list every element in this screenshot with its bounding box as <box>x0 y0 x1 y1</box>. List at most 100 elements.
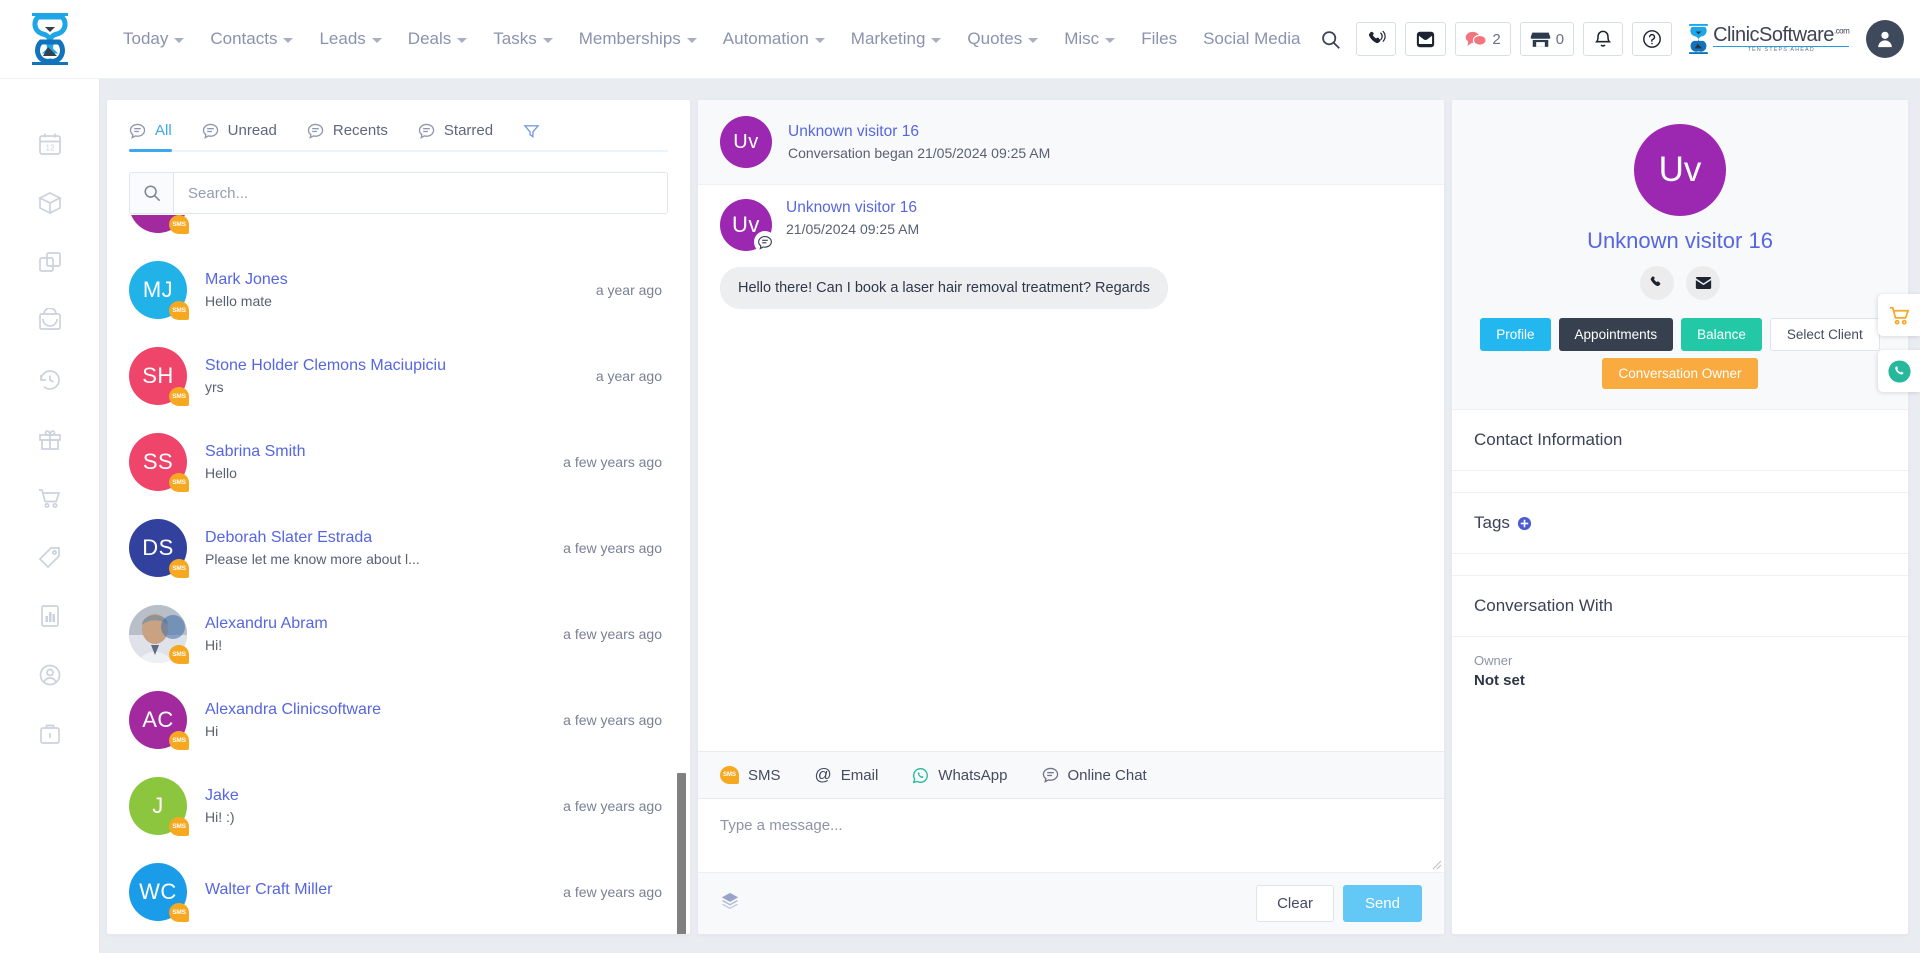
list-item[interactable]: SMS <box>129 215 676 247</box>
list-item[interactable]: J SMS Jake Hi! :) a few years ago <box>129 763 676 849</box>
nav-item-deals[interactable]: Deals <box>395 21 480 57</box>
nav-item-contacts[interactable]: Contacts <box>197 21 306 57</box>
nav-item-today[interactable]: Today <box>110 21 197 57</box>
tab-label: Starred <box>443 122 494 139</box>
hourglass-brand-icon <box>1689 24 1708 54</box>
list-item[interactable]: DS SMS Deborah Slater Estrada Please let… <box>129 505 676 591</box>
header-actions: 2 0 ClinicSoftware.com TEN STEPS AHEAD <box>1313 20 1920 58</box>
sidebar-item-security[interactable] <box>33 717 67 751</box>
nav-label: Tasks <box>493 29 537 48</box>
conversation-owner-button[interactable]: Conversation Owner <box>1602 358 1758 389</box>
add-tag-icon[interactable] <box>1517 516 1532 531</box>
avatar: AC SMS <box>129 691 189 750</box>
message-snippet: Please let me know more about l... <box>205 551 420 567</box>
price-tag-icon <box>38 547 60 569</box>
select-client-button[interactable]: Select Client <box>1769 318 1880 351</box>
sidebar-item-promotions[interactable] <box>33 540 67 574</box>
search-icon <box>130 173 174 213</box>
chat-bubble-icon <box>202 123 218 139</box>
help-button[interactable] <box>1632 22 1673 56</box>
inbox-button[interactable] <box>1405 22 1447 56</box>
nav-item-automation[interactable]: Automation <box>710 21 838 57</box>
message-snippet: Hi! :) <box>205 809 235 825</box>
phone-ringing-button[interactable] <box>1356 22 1397 56</box>
report-chart-icon <box>40 605 59 627</box>
notifications-button[interactable] <box>1583 22 1624 56</box>
nav-item-files[interactable]: Files <box>1128 21 1190 57</box>
sidebar-item-calendar[interactable]: 12 <box>33 127 67 161</box>
store-icon <box>1530 32 1551 47</box>
list-item[interactable]: AC SMS Alexandra Clinicsoftware Hi a few… <box>129 677 676 763</box>
sidebar-item-pages[interactable] <box>33 245 67 279</box>
cart-float-button[interactable] <box>1878 294 1920 336</box>
list-item-text: Deborah Slater Estrada Please let me kno… <box>187 529 563 567</box>
channel-whatsapp[interactable]: WhatsApp <box>912 766 1008 784</box>
phone-button[interactable] <box>1640 266 1674 300</box>
avatar: WC SMS <box>129 863 189 922</box>
user-avatar[interactable] <box>1866 20 1905 58</box>
sidebar-item-history[interactable] <box>33 363 67 397</box>
balance-button[interactable]: Balance <box>1681 318 1762 351</box>
message-area: Uv Unknown visitor 16 21/05/2024 09:25 A… <box>698 185 1444 751</box>
send-button[interactable]: Send <box>1342 885 1422 922</box>
sidebar-item-shop[interactable] <box>33 304 67 338</box>
conversation-scroll-area[interactable]: SMS MJ SMS Mark Jones Hello mate a year … <box>107 215 690 934</box>
channel-label: WhatsApp <box>938 766 1008 784</box>
history-clock-icon <box>39 370 60 390</box>
channel-online-chat[interactable]: Online Chat <box>1042 767 1147 784</box>
sidebar-item-reports[interactable] <box>33 599 67 633</box>
contact-name: Deborah Slater Estrada <box>205 529 373 546</box>
nav-item-misc[interactable]: Misc <box>1051 21 1128 57</box>
tab-recents[interactable]: Recents <box>307 122 388 152</box>
resize-handle[interactable] <box>1430 858 1442 870</box>
message-input[interactable] <box>698 799 1444 867</box>
whatsapp-icon <box>1887 359 1911 383</box>
sidebar-item-gifts[interactable] <box>33 422 67 456</box>
phone-icon <box>1650 276 1661 287</box>
nav-item-social-media[interactable]: Social Media <box>1190 21 1313 57</box>
nav-item-quotes[interactable]: Quotes <box>954 21 1051 57</box>
nav-item-tasks[interactable]: Tasks <box>480 21 565 57</box>
tab-all[interactable]: All <box>129 122 172 152</box>
left-sidebar: 12 <box>0 79 100 953</box>
list-item[interactable]: WC SMS Walter Craft Miller a few years a… <box>129 849 676 934</box>
nav-item-leads[interactable]: Leads <box>306 21 394 57</box>
list-item[interactable]: SS SMS Sabrina Smith Hello a few years a… <box>129 419 676 505</box>
chevron-down-icon <box>686 38 697 43</box>
chat-bubble-icon <box>1042 767 1058 783</box>
appointments-button[interactable]: Appointments <box>1558 318 1674 351</box>
list-item[interactable]: SH SMS Stone Holder Clemons Maciupiciu y… <box>129 333 676 419</box>
search-input[interactable] <box>174 173 667 213</box>
message-snippet: Hello mate <box>205 293 272 309</box>
brand-name: ClinicSoftware <box>1713 23 1834 46</box>
search-icon[interactable] <box>1313 22 1347 56</box>
nav-item-memberships[interactable]: Memberships <box>566 21 710 57</box>
layers-icon[interactable] <box>720 891 740 916</box>
email-button[interactable] <box>1686 266 1720 300</box>
shopping-cart-icon <box>1889 306 1909 325</box>
list-scrollbar[interactable] <box>677 773 686 934</box>
phone-ringing-icon <box>1368 30 1386 43</box>
channel-email[interactable]: @ Email <box>815 765 879 785</box>
sidebar-item-products[interactable] <box>33 186 67 220</box>
sms-badge-icon: SMS <box>169 645 189 664</box>
nav-item-marketing[interactable]: Marketing <box>838 21 955 57</box>
clear-button[interactable]: Clear <box>1256 885 1334 922</box>
messages-button[interactable]: 2 <box>1455 22 1511 56</box>
app-logo[interactable] <box>0 0 100 79</box>
filter-button[interactable] <box>523 123 540 152</box>
profile-button[interactable]: Profile <box>1480 318 1551 351</box>
list-item[interactable]: MJ SMS Mark Jones Hello mate a year ago <box>129 247 676 333</box>
nav-label: Memberships <box>578 29 681 48</box>
tab-unread[interactable]: Unread <box>202 122 277 152</box>
channel-sms[interactable]: SMS SMS <box>720 766 781 784</box>
list-item[interactable]: SMS Alexandru Abram Hi! a few years ago <box>129 591 676 677</box>
tab-starred[interactable]: Starred <box>418 122 493 152</box>
sidebar-item-cart[interactable] <box>33 481 67 515</box>
timestamp: a few years ago <box>563 626 662 642</box>
whatsapp-float-button[interactable] <box>1878 350 1920 392</box>
sms-badge-icon: SMS <box>169 817 189 836</box>
sidebar-item-clients[interactable] <box>33 658 67 692</box>
store-button[interactable]: 0 <box>1519 22 1575 56</box>
clinicsoftware-brand[interactable]: ClinicSoftware.com TEN STEPS AHEAD <box>1687 23 1850 54</box>
